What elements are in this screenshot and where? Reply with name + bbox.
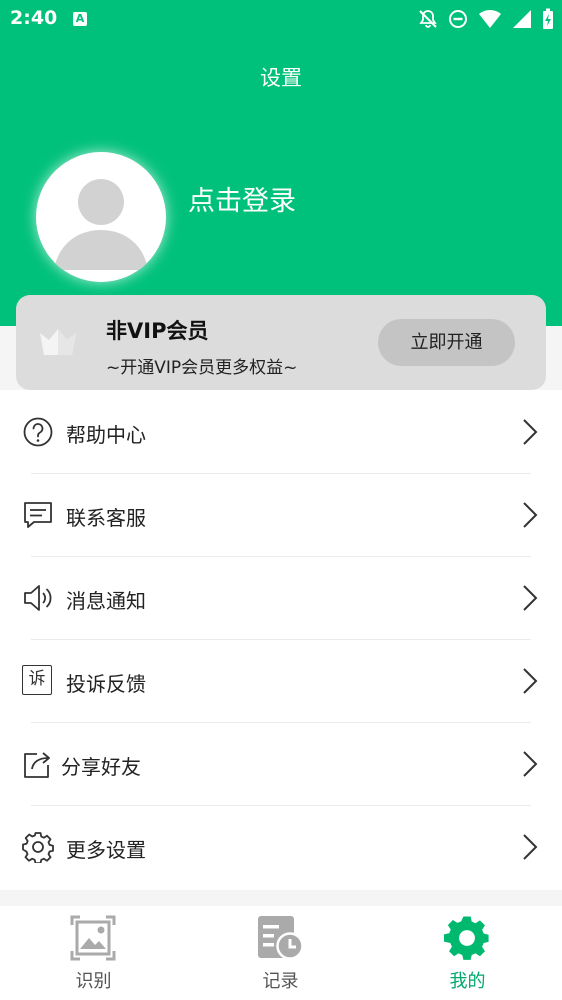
vip-subtitle: ~开通VIP会员更多权益~	[106, 358, 298, 378]
chevron-right-icon	[522, 833, 538, 865]
chevron-right-icon	[522, 501, 538, 533]
chevron-right-icon	[522, 667, 538, 699]
page-title: 设置	[260, 66, 302, 90]
menu-item-label: 联系客服	[66, 506, 146, 530]
nav-label: 识别	[75, 971, 112, 992]
battery-charging-icon	[542, 8, 554, 30]
menu-item-notifications[interactable]: 消息通知	[0, 556, 562, 639]
menu-item-help[interactable]: 帮助中心	[0, 390, 562, 473]
status-icons	[418, 8, 554, 30]
chevron-right-icon	[522, 584, 538, 616]
complaint-icon-text: 诉	[28, 669, 46, 689]
complaint-icon: 诉	[22, 665, 52, 695]
menu-item-more-settings[interactable]: 更多设置	[0, 805, 562, 888]
menu-item-contact-service[interactable]: 联系客服	[0, 473, 562, 556]
menu-item-label: 分享好友	[61, 755, 141, 779]
bell-off-icon	[418, 9, 438, 29]
image-scan-icon	[70, 915, 116, 965]
wifi-icon	[478, 9, 502, 29]
do-not-disturb-icon	[448, 9, 468, 29]
settings-gear-icon	[444, 915, 490, 965]
default-avatar-icon	[54, 179, 148, 270]
chevron-right-icon	[522, 750, 538, 782]
login-text[interactable]: 点击登录	[188, 179, 296, 218]
tab-recognize[interactable]: 识别	[0, 906, 187, 1000]
status-bar: 2:40 A	[0, 0, 562, 38]
chevron-right-icon	[522, 418, 538, 450]
vip-title: 非VIP会员	[106, 319, 209, 343]
tab-mine[interactable]: 我的	[374, 906, 561, 1000]
header-background: 2:40 A 设置 点击登录	[0, 0, 562, 326]
history-icon	[257, 915, 305, 965]
crown-icon	[38, 327, 78, 361]
chat-icon	[22, 499, 54, 535]
status-app-icon: A	[73, 12, 87, 26]
vip-card: 非VIP会员 ~开通VIP会员更多权益~ 立即开通	[16, 295, 546, 390]
tab-history[interactable]: 记录	[187, 906, 374, 1000]
settings-menu: 帮助中心 联系客服 消息通知 诉 投诉反馈 分享好友 更多设置	[0, 390, 562, 890]
status-time: 2:40	[10, 7, 58, 29]
nav-label: 我的	[449, 971, 486, 992]
bottom-nav: 识别 记录 我的	[0, 906, 562, 1000]
gear-icon	[22, 831, 54, 867]
menu-item-label: 投诉反馈	[66, 672, 146, 696]
menu-item-label: 更多设置	[66, 838, 146, 862]
menu-item-share[interactable]: 分享好友	[0, 722, 562, 805]
cell-signal-icon	[512, 9, 532, 29]
menu-item-complaint[interactable]: 诉 投诉反馈	[0, 639, 562, 722]
nav-label: 记录	[262, 971, 299, 992]
help-circle-icon	[22, 416, 54, 452]
menu-item-label: 帮助中心	[66, 423, 146, 447]
menu-item-label: 消息通知	[66, 589, 146, 613]
speaker-icon	[22, 582, 54, 618]
open-vip-button[interactable]: 立即开通	[378, 319, 515, 366]
share-icon	[22, 748, 54, 784]
avatar[interactable]	[36, 152, 166, 282]
